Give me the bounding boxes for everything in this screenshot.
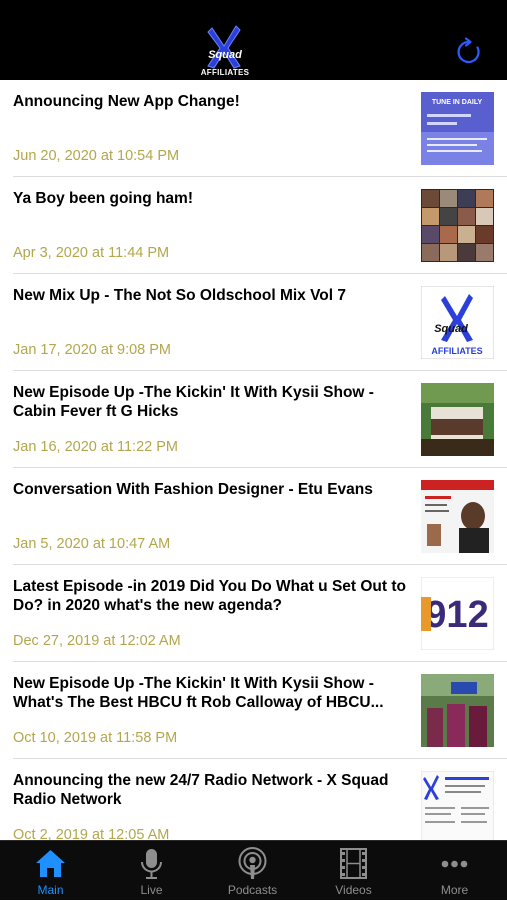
post-title: Latest Episode -in 2019 Did You Do What … bbox=[13, 578, 406, 614]
post-title: New Mix Up - The Not So Oldschool Mix Vo… bbox=[13, 287, 346, 304]
post-title: New Episode Up -The Kickin' It With Kysi… bbox=[13, 675, 384, 711]
post-title: Conversation With Fashion Designer - Etu… bbox=[13, 481, 373, 498]
post-date: Jan 17, 2020 at 9:08 PM bbox=[13, 342, 171, 358]
list-item[interactable]: Latest Episode -in 2019 Did You Do What … bbox=[0, 565, 507, 662]
post-title: Ya Boy been going ham! bbox=[13, 190, 193, 207]
thumb-caption: AFFILIATES bbox=[431, 346, 482, 356]
post-thumbnail bbox=[421, 383, 494, 456]
post-date: Oct 10, 2019 at 11:58 PM bbox=[13, 730, 178, 746]
post-list[interactable]: Announcing New App Change! Jun 20, 2020 … bbox=[0, 80, 507, 840]
post-thumbnail bbox=[421, 771, 494, 840]
svg-text:Squad: Squad bbox=[208, 49, 242, 61]
top-bar: Squad AFFILIATES bbox=[0, 0, 507, 80]
tab-label: Main bbox=[37, 883, 64, 897]
post-thumbnail bbox=[421, 480, 494, 553]
post-date: Jun 20, 2020 at 10:54 PM bbox=[13, 148, 180, 164]
post-title: Announcing New App Change! bbox=[13, 93, 240, 110]
tab-label: Videos bbox=[335, 883, 372, 897]
list-item[interactable]: Ya Boy been going ham! Apr 3, 2020 at 11… bbox=[0, 177, 507, 274]
tab-live[interactable]: Live bbox=[101, 841, 202, 901]
logo-subtitle: AFFILIATES bbox=[200, 68, 250, 77]
thumb-caption: TUNE IN DAILY bbox=[432, 99, 483, 106]
tab-label: Podcasts bbox=[227, 883, 278, 897]
tab-label: Live bbox=[140, 883, 163, 897]
post-thumbnail: 912 bbox=[421, 577, 494, 650]
svg-text:Squad: Squad bbox=[434, 323, 468, 335]
list-item[interactable]: New Mix Up - The Not So Oldschool Mix Vo… bbox=[0, 274, 507, 371]
list-item[interactable]: Conversation With Fashion Designer - Etu… bbox=[0, 468, 507, 565]
film-icon bbox=[340, 848, 367, 879]
post-thumbnail: TUNE IN DAILY bbox=[421, 92, 494, 165]
list-item[interactable]: New Episode Up -The Kickin' It With Kysi… bbox=[0, 371, 507, 468]
refresh-button[interactable] bbox=[453, 36, 485, 68]
post-thumbnail bbox=[421, 674, 494, 747]
tab-more[interactable]: More bbox=[404, 841, 505, 901]
home-icon bbox=[36, 850, 65, 877]
tab-label: More bbox=[440, 883, 469, 897]
list-item[interactable]: Announcing the new 24/7 Radio Network - … bbox=[0, 759, 507, 840]
post-thumbnail bbox=[421, 189, 494, 262]
tab-bar: Main Live Podcasts Videos More bbox=[0, 840, 507, 900]
list-item[interactable]: Announcing New App Change! Jun 20, 2020 … bbox=[0, 80, 507, 177]
post-date: Jan 5, 2020 at 10:47 AM bbox=[13, 536, 171, 552]
post-date: Jan 16, 2020 at 11:22 PM bbox=[13, 439, 178, 455]
more-dots-icon bbox=[441, 860, 468, 868]
podcast-icon bbox=[238, 847, 267, 879]
tab-podcasts[interactable]: Podcasts bbox=[202, 841, 303, 901]
app-logo: Squad AFFILIATES bbox=[200, 24, 250, 80]
thumb-caption: 912 bbox=[425, 594, 488, 636]
list-item[interactable]: New Episode Up -The Kickin' It With Kysi… bbox=[0, 662, 507, 759]
post-title: New Episode Up -The Kickin' It With Kysi… bbox=[13, 384, 374, 420]
post-date: Dec 27, 2019 at 12:02 AM bbox=[13, 633, 181, 649]
tab-main[interactable]: Main bbox=[0, 841, 101, 901]
tab-videos[interactable]: Videos bbox=[303, 841, 404, 901]
post-thumbnail: Squad AFFILIATES bbox=[421, 286, 494, 359]
post-date: Apr 3, 2020 at 11:44 PM bbox=[13, 245, 170, 261]
x-squad-logo-icon: Squad bbox=[207, 25, 242, 69]
post-title: Announcing the new 24/7 Radio Network - … bbox=[13, 772, 389, 808]
post-date: Oct 2, 2019 at 12:05 AM bbox=[13, 827, 170, 840]
microphone-icon bbox=[141, 849, 162, 879]
refresh-icon bbox=[457, 37, 480, 64]
